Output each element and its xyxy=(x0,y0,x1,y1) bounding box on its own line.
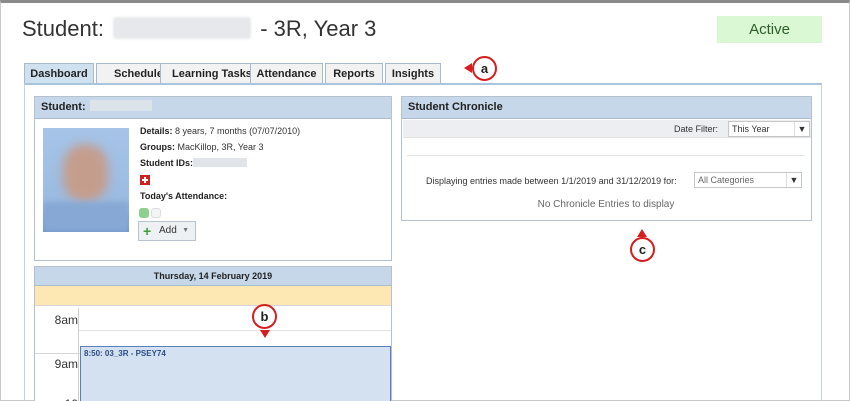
hour-label-8am: 8am xyxy=(54,313,78,327)
empty-message: No Chronicle Entries to display xyxy=(537,199,675,210)
tab-learning-tasks[interactable]: Learning Tasks xyxy=(160,63,264,84)
date-filter-row: Date Filter: This Year ▼ xyxy=(403,120,811,138)
student-photo xyxy=(43,128,129,232)
groups-value: MacKillop, 3R, Year 3 xyxy=(177,142,264,152)
date-filter-label: Date Filter: xyxy=(674,124,719,134)
category-value: All Categories xyxy=(698,175,755,185)
callout-b-pointer xyxy=(260,330,270,338)
status-badge: Active xyxy=(717,16,822,43)
callout-a: a xyxy=(472,56,497,81)
all-day-row[interactable] xyxy=(35,286,391,306)
attendance-row: Today's Attendance: xyxy=(140,191,227,201)
redacted-name xyxy=(89,100,152,111)
details-row: Details: 8 years, 7 months (07/07/2010) xyxy=(140,126,300,136)
plus-icon: + xyxy=(143,223,152,239)
chronicle-panel: Student Chronicle Date Filter: This Year… xyxy=(401,96,812,221)
details-value: 8 years, 7 months (07/07/2010) xyxy=(175,126,301,136)
day-calendar: Thursday, 14 February 2019 8am 9am 10 8:… xyxy=(34,266,392,401)
tab-attendance[interactable]: Attendance xyxy=(250,63,323,84)
tab-reports[interactable]: Reports xyxy=(325,63,383,84)
title-suffix: - 3R, Year 3 xyxy=(260,16,377,41)
callout-a-pointer xyxy=(464,63,472,73)
attendance-am-indicator xyxy=(139,208,149,218)
hour-label-10am: 10 xyxy=(35,397,78,401)
calendar-event[interactable]: 8:50: 03_3R - PSEY74 xyxy=(80,346,391,401)
chevron-down-icon: ▼ xyxy=(794,122,809,136)
dashboard-content: Student: Details: 8 years, 7 months (07/… xyxy=(24,84,822,401)
chronicle-heading: Student Chronicle xyxy=(402,97,811,119)
add-button-label: Add xyxy=(159,225,177,236)
half-hour-line xyxy=(79,330,391,331)
page-title: Student: - 3R, Year 3 xyxy=(22,16,376,42)
groups-label: Groups: xyxy=(140,142,175,152)
redacted-student-name xyxy=(113,17,252,39)
tab-insights[interactable]: Insights xyxy=(385,63,441,84)
divider xyxy=(407,155,805,156)
groups-row: Groups: MacKillop, 3R, Year 3 xyxy=(140,142,264,152)
time-grid: 8am 9am 10 8:50: 03_3R - PSEY74 xyxy=(35,308,391,401)
calendar-date: Thursday, 14 February 2019 xyxy=(35,267,391,286)
date-filter-select[interactable]: This Year ▼ xyxy=(728,121,810,137)
dropdown-caret-icon: ▼ xyxy=(182,227,189,234)
time-gutter xyxy=(78,308,79,401)
tab-dashboard[interactable]: Dashboard xyxy=(24,63,94,84)
chevron-down-icon: ▼ xyxy=(786,173,801,187)
attendance-pm-indicator xyxy=(151,208,161,218)
attendance-label: Today's Attendance: xyxy=(140,191,228,201)
medical-alert-icon[interactable] xyxy=(140,175,150,185)
add-button[interactable]: + Add ▼ xyxy=(138,221,196,241)
callout-c: c xyxy=(630,237,655,262)
ids-row: Student IDs: xyxy=(140,158,247,168)
date-filter-value: This Year xyxy=(732,124,770,134)
ids-label: Student IDs: xyxy=(140,158,193,168)
hour-label-9am: 9am xyxy=(54,357,78,371)
student-panel-heading: Student: xyxy=(41,101,86,113)
callout-c-pointer xyxy=(637,229,647,237)
range-text: Displaying entries made between 1/1/2019… xyxy=(426,176,677,186)
student-panel: Student: Details: 8 years, 7 months (07/… xyxy=(34,96,392,261)
category-select[interactable]: All Categories ▼ xyxy=(694,172,802,188)
redacted-ids xyxy=(193,158,247,167)
details-label: Details: xyxy=(140,126,173,136)
title-prefix: Student: xyxy=(22,16,104,41)
callout-b: b xyxy=(252,304,277,329)
student-panel-header: Student: xyxy=(35,97,391,119)
